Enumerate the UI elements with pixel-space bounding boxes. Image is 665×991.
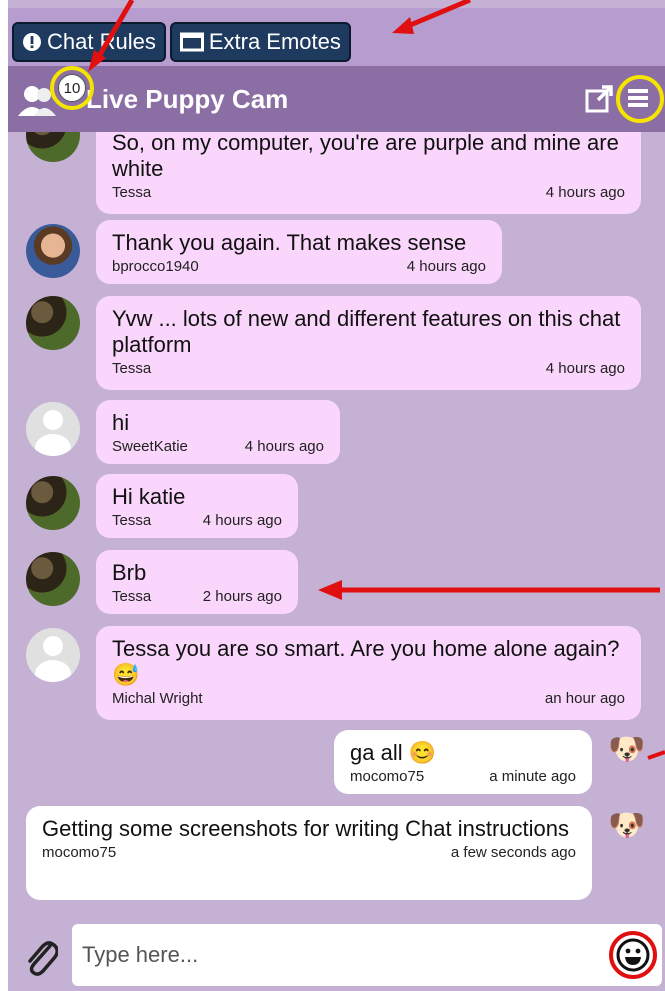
message-time: a few seconds ago — [450, 844, 576, 861]
message-user[interactable]: mocomo75 — [350, 768, 424, 785]
message-user[interactable]: mocomo75 — [42, 844, 116, 861]
message-time: 4 hours ago — [406, 258, 486, 275]
user-count-badge: 10 — [58, 74, 86, 102]
message-text: hi — [112, 410, 130, 435]
avatar[interactable] — [26, 402, 80, 456]
message-user[interactable]: bprocco1940 — [112, 258, 199, 275]
message-text: Tessa you are so smart. Are you home alo… — [112, 636, 620, 687]
message-text: Yvw ... lots of new and different featur… — [112, 306, 621, 357]
message-user[interactable]: Tessa — [112, 184, 151, 201]
input-bar — [8, 902, 665, 991]
chat-rules-button[interactable]: Chat Rules — [12, 22, 166, 62]
chat-rules-label: Chat Rules — [47, 29, 156, 54]
message-bubble: Thank you again. That makes sense bprocc… — [96, 220, 502, 284]
message-user[interactable]: Tessa — [112, 512, 151, 529]
extra-emotes-button[interactable]: Extra Emotes — [169, 22, 351, 62]
message-time: a minute ago — [489, 768, 576, 785]
message-bubble: hi SweetKatie 4 hours ago — [96, 400, 340, 464]
message-time: 2 hours ago — [202, 588, 282, 605]
message-text: ga all 😊 — [350, 740, 437, 765]
message-user[interactable]: Tessa — [112, 588, 151, 605]
chat-widget: Chat Rules Extra Emotes 10 Live Puppy Ca… — [8, 0, 665, 991]
message-text: Getting some screenshots for writing Cha… — [42, 816, 570, 841]
message-bubble: ga all 😊 mocomo75 a minute ago — [334, 730, 592, 794]
message-bubble: So, on my computer, you're are purple an… — [96, 132, 641, 214]
message-time: an hour ago — [544, 690, 625, 707]
message-bubble: Brb Tessa 2 hours ago — [96, 550, 298, 614]
message-list[interactable]: So, on my computer, you're are purple an… — [8, 132, 665, 902]
message-user[interactable]: SweetKatie — [112, 438, 188, 455]
avatar[interactable] — [26, 224, 80, 278]
hamburger-menu-icon[interactable] — [624, 84, 652, 117]
message-user[interactable]: Michal Wright — [112, 690, 203, 707]
extra-emotes-label: Extra Emotes — [208, 29, 341, 54]
message-time: 4 hours ago — [545, 360, 625, 377]
message-input[interactable] — [72, 924, 662, 986]
popout-icon[interactable] — [584, 84, 614, 119]
message-time: 4 hours ago — [202, 512, 282, 529]
avatar[interactable] — [26, 552, 80, 606]
paperclip-icon[interactable] — [24, 938, 59, 981]
message-text: Brb — [112, 560, 147, 585]
window-icon — [179, 32, 204, 52]
room-title: Live Puppy Cam — [86, 84, 289, 114]
message-user[interactable]: Tessa — [112, 360, 151, 377]
message-text: Thank you again. That makes sense — [112, 230, 467, 255]
users-icon[interactable] — [18, 84, 62, 123]
exclamation-circle-icon — [22, 32, 42, 52]
emoji-picker-icon[interactable] — [616, 938, 650, 972]
puppy-avatar-icon[interactable]: 🐶 — [608, 732, 648, 772]
message-text: Hi katie — [112, 484, 186, 509]
avatar[interactable] — [26, 132, 80, 162]
chat-header: 10 Live Puppy Cam — [8, 66, 665, 132]
message-bubble: Tessa you are so smart. Are you home alo… — [96, 626, 641, 720]
puppy-avatar-icon[interactable]: 🐶 — [608, 808, 648, 848]
message-bubble: Hi katie Tessa 4 hours ago — [96, 474, 298, 538]
avatar[interactable] — [26, 296, 80, 350]
message-bubble: Yvw ... lots of new and different featur… — [96, 296, 641, 390]
message-time: 4 hours ago — [545, 184, 625, 201]
message-time: 4 hours ago — [244, 438, 324, 455]
avatar[interactable] — [26, 628, 80, 682]
message-text: So, on my computer, you're are purple an… — [112, 132, 619, 181]
message-bubble: Getting some screenshots for writing Cha… — [26, 806, 592, 900]
tab-bar: Chat Rules Extra Emotes — [8, 8, 665, 66]
avatar[interactable] — [26, 476, 80, 530]
